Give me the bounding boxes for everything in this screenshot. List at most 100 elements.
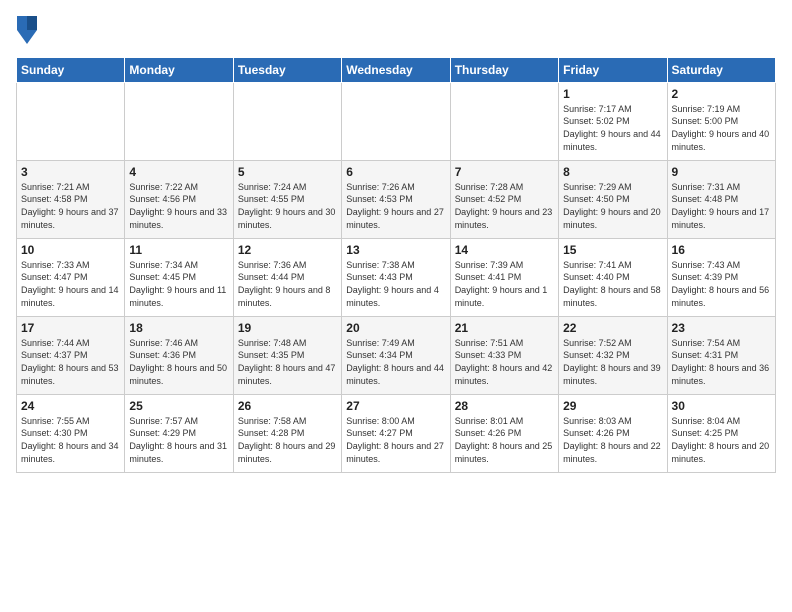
cell-info: Sunrise: 8:04 AMSunset: 4:25 PMDaylight:… [672, 415, 771, 465]
calendar-cell: 12 Sunrise: 7:36 AMSunset: 4:44 PMDayligh… [233, 238, 341, 316]
day-number: 13 [346, 243, 445, 257]
day-number: 29 [563, 399, 662, 413]
cell-info: Sunrise: 7:55 AMSunset: 4:30 PMDaylight:… [21, 415, 120, 465]
weekday-header-cell: Wednesday [342, 57, 450, 82]
header [16, 16, 776, 47]
day-number: 22 [563, 321, 662, 335]
calendar-cell: 29 Sunrise: 8:03 AMSunset: 4:26 PMDayligh… [559, 394, 667, 472]
cell-info: Sunrise: 7:43 AMSunset: 4:39 PMDaylight:… [672, 259, 771, 309]
calendar-cell: 17 Sunrise: 7:44 AMSunset: 4:37 PMDayligh… [17, 316, 125, 394]
calendar-cell: 21 Sunrise: 7:51 AMSunset: 4:33 PMDayligh… [450, 316, 558, 394]
day-number: 15 [563, 243, 662, 257]
day-number: 2 [672, 87, 771, 101]
calendar-cell: 28 Sunrise: 8:01 AMSunset: 4:26 PMDayligh… [450, 394, 558, 472]
calendar-cell: 3 Sunrise: 7:21 AMSunset: 4:58 PMDaylight… [17, 160, 125, 238]
calendar-cell: 6Sunrise: 7:26 AMSunset: 4:53 PMDaylight… [342, 160, 450, 238]
calendar-week-row: 10 Sunrise: 7:33 AMSunset: 4:47 PMDayligh… [17, 238, 776, 316]
cell-info: Sunrise: 7:41 AMSunset: 4:40 PMDaylight:… [563, 259, 662, 309]
calendar-table: SundayMondayTuesdayWednesdayThursdayFrid… [16, 57, 776, 473]
calendar-body: 1Sunrise: 7:17 AMSunset: 5:02 PMDaylight… [17, 82, 776, 472]
day-number: 8 [563, 165, 662, 179]
calendar-cell [233, 82, 341, 160]
day-number: 9 [672, 165, 771, 179]
calendar-cell [17, 82, 125, 160]
weekday-header-row: SundayMondayTuesdayWednesdayThursdayFrid… [17, 57, 776, 82]
day-number: 21 [455, 321, 554, 335]
calendar-cell [125, 82, 233, 160]
calendar-cell: 8 Sunrise: 7:29 AMSunset: 4:50 PMDaylight… [559, 160, 667, 238]
day-number: 20 [346, 321, 445, 335]
day-number: 17 [21, 321, 120, 335]
day-number: 16 [672, 243, 771, 257]
cell-info: Sunrise: 7:22 AMSunset: 4:56 PMDaylight:… [129, 181, 228, 231]
day-number: 5 [238, 165, 337, 179]
logo-icon [17, 16, 37, 44]
calendar-cell: 19 Sunrise: 7:48 AMSunset: 4:35 PMDayligh… [233, 316, 341, 394]
day-number: 28 [455, 399, 554, 413]
calendar-cell: 30 Sunrise: 8:04 AMSunset: 4:25 PMDayligh… [667, 394, 775, 472]
calendar-cell: 27 Sunrise: 8:00 AMSunset: 4:27 PMDayligh… [342, 394, 450, 472]
calendar-cell: 26 Sunrise: 7:58 AMSunset: 4:28 PMDayligh… [233, 394, 341, 472]
calendar-cell: 16 Sunrise: 7:43 AMSunset: 4:39 PMDayligh… [667, 238, 775, 316]
cell-info: Sunrise: 7:17 AMSunset: 5:02 PMDaylight:… [563, 103, 662, 153]
calendar-cell: 15 Sunrise: 7:41 AMSunset: 4:40 PMDayligh… [559, 238, 667, 316]
calendar-cell: 20 Sunrise: 7:49 AMSunset: 4:34 PMDayligh… [342, 316, 450, 394]
calendar-cell: 24Sunrise: 7:55 AMSunset: 4:30 PMDayligh… [17, 394, 125, 472]
day-number: 10 [21, 243, 120, 257]
cell-info: Sunrise: 7:51 AMSunset: 4:33 PMDaylight:… [455, 337, 554, 387]
cell-info: Sunrise: 7:39 AMSunset: 4:41 PMDaylight:… [455, 259, 554, 309]
calendar-cell [342, 82, 450, 160]
cell-info: Sunrise: 7:58 AMSunset: 4:28 PMDaylight:… [238, 415, 337, 465]
day-number: 26 [238, 399, 337, 413]
day-number: 25 [129, 399, 228, 413]
calendar-cell: 13 Sunrise: 7:38 AMSunset: 4:43 PMDayligh… [342, 238, 450, 316]
day-number: 27 [346, 399, 445, 413]
cell-info: Sunrise: 7:19 AMSunset: 5:00 PMDaylight:… [672, 103, 771, 153]
day-number: 6 [346, 165, 445, 179]
calendar-cell: 9 Sunrise: 7:31 AMSunset: 4:48 PMDaylight… [667, 160, 775, 238]
day-number: 11 [129, 243, 228, 257]
cell-info: Sunrise: 7:54 AMSunset: 4:31 PMDaylight:… [672, 337, 771, 387]
logo [16, 16, 37, 47]
day-number: 18 [129, 321, 228, 335]
calendar-week-row: 3 Sunrise: 7:21 AMSunset: 4:58 PMDaylight… [17, 160, 776, 238]
calendar-cell: 2 Sunrise: 7:19 AMSunset: 5:00 PMDaylight… [667, 82, 775, 160]
calendar-cell: 11 Sunrise: 7:34 AMSunset: 4:45 PMDayligh… [125, 238, 233, 316]
cell-info: Sunrise: 7:57 AMSunset: 4:29 PMDaylight:… [129, 415, 228, 465]
weekday-header-cell: Sunday [17, 57, 125, 82]
calendar-cell: 18Sunrise: 7:46 AMSunset: 4:36 PMDayligh… [125, 316, 233, 394]
day-number: 7 [455, 165, 554, 179]
cell-info: Sunrise: 7:33 AMSunset: 4:47 PMDaylight:… [21, 259, 120, 309]
cell-info: Sunrise: 8:03 AMSunset: 4:26 PMDaylight:… [563, 415, 662, 465]
cell-info: Sunrise: 7:44 AMSunset: 4:37 PMDaylight:… [21, 337, 120, 387]
calendar-cell [450, 82, 558, 160]
cell-info: Sunrise: 7:36 AMSunset: 4:44 PMDaylight:… [238, 259, 337, 309]
cell-info: Sunrise: 7:38 AMSunset: 4:43 PMDaylight:… [346, 259, 445, 309]
cell-info: Sunrise: 7:29 AMSunset: 4:50 PMDaylight:… [563, 181, 662, 231]
day-number: 19 [238, 321, 337, 335]
calendar-cell: 25 Sunrise: 7:57 AMSunset: 4:29 PMDayligh… [125, 394, 233, 472]
day-number: 14 [455, 243, 554, 257]
calendar-cell: 22 Sunrise: 7:52 AMSunset: 4:32 PMDayligh… [559, 316, 667, 394]
day-number: 30 [672, 399, 771, 413]
cell-info: Sunrise: 8:01 AMSunset: 4:26 PMDaylight:… [455, 415, 554, 465]
calendar-cell: 4 Sunrise: 7:22 AMSunset: 4:56 PMDaylight… [125, 160, 233, 238]
weekday-header-cell: Monday [125, 57, 233, 82]
cell-info: Sunrise: 7:52 AMSunset: 4:32 PMDaylight:… [563, 337, 662, 387]
day-number: 23 [672, 321, 771, 335]
day-number: 3 [21, 165, 120, 179]
calendar-cell: 10 Sunrise: 7:33 AMSunset: 4:47 PMDayligh… [17, 238, 125, 316]
calendar-week-row: 1Sunrise: 7:17 AMSunset: 5:02 PMDaylight… [17, 82, 776, 160]
cell-info: Sunrise: 7:49 AMSunset: 4:34 PMDaylight:… [346, 337, 445, 387]
cell-info: Sunrise: 8:00 AMSunset: 4:27 PMDaylight:… [346, 415, 445, 465]
calendar-week-row: 17 Sunrise: 7:44 AMSunset: 4:37 PMDayligh… [17, 316, 776, 394]
calendar-cell: 14 Sunrise: 7:39 AMSunset: 4:41 PMDayligh… [450, 238, 558, 316]
weekday-header-cell: Friday [559, 57, 667, 82]
cell-info: Sunrise: 7:21 AMSunset: 4:58 PMDaylight:… [21, 181, 120, 231]
day-number: 4 [129, 165, 228, 179]
cell-info: Sunrise: 7:31 AMSunset: 4:48 PMDaylight:… [672, 181, 771, 231]
cell-info: Sunrise: 7:48 AMSunset: 4:35 PMDaylight:… [238, 337, 337, 387]
weekday-header-cell: Thursday [450, 57, 558, 82]
day-number: 12 [238, 243, 337, 257]
cell-info: Sunrise: 7:34 AMSunset: 4:45 PMDaylight:… [129, 259, 228, 309]
